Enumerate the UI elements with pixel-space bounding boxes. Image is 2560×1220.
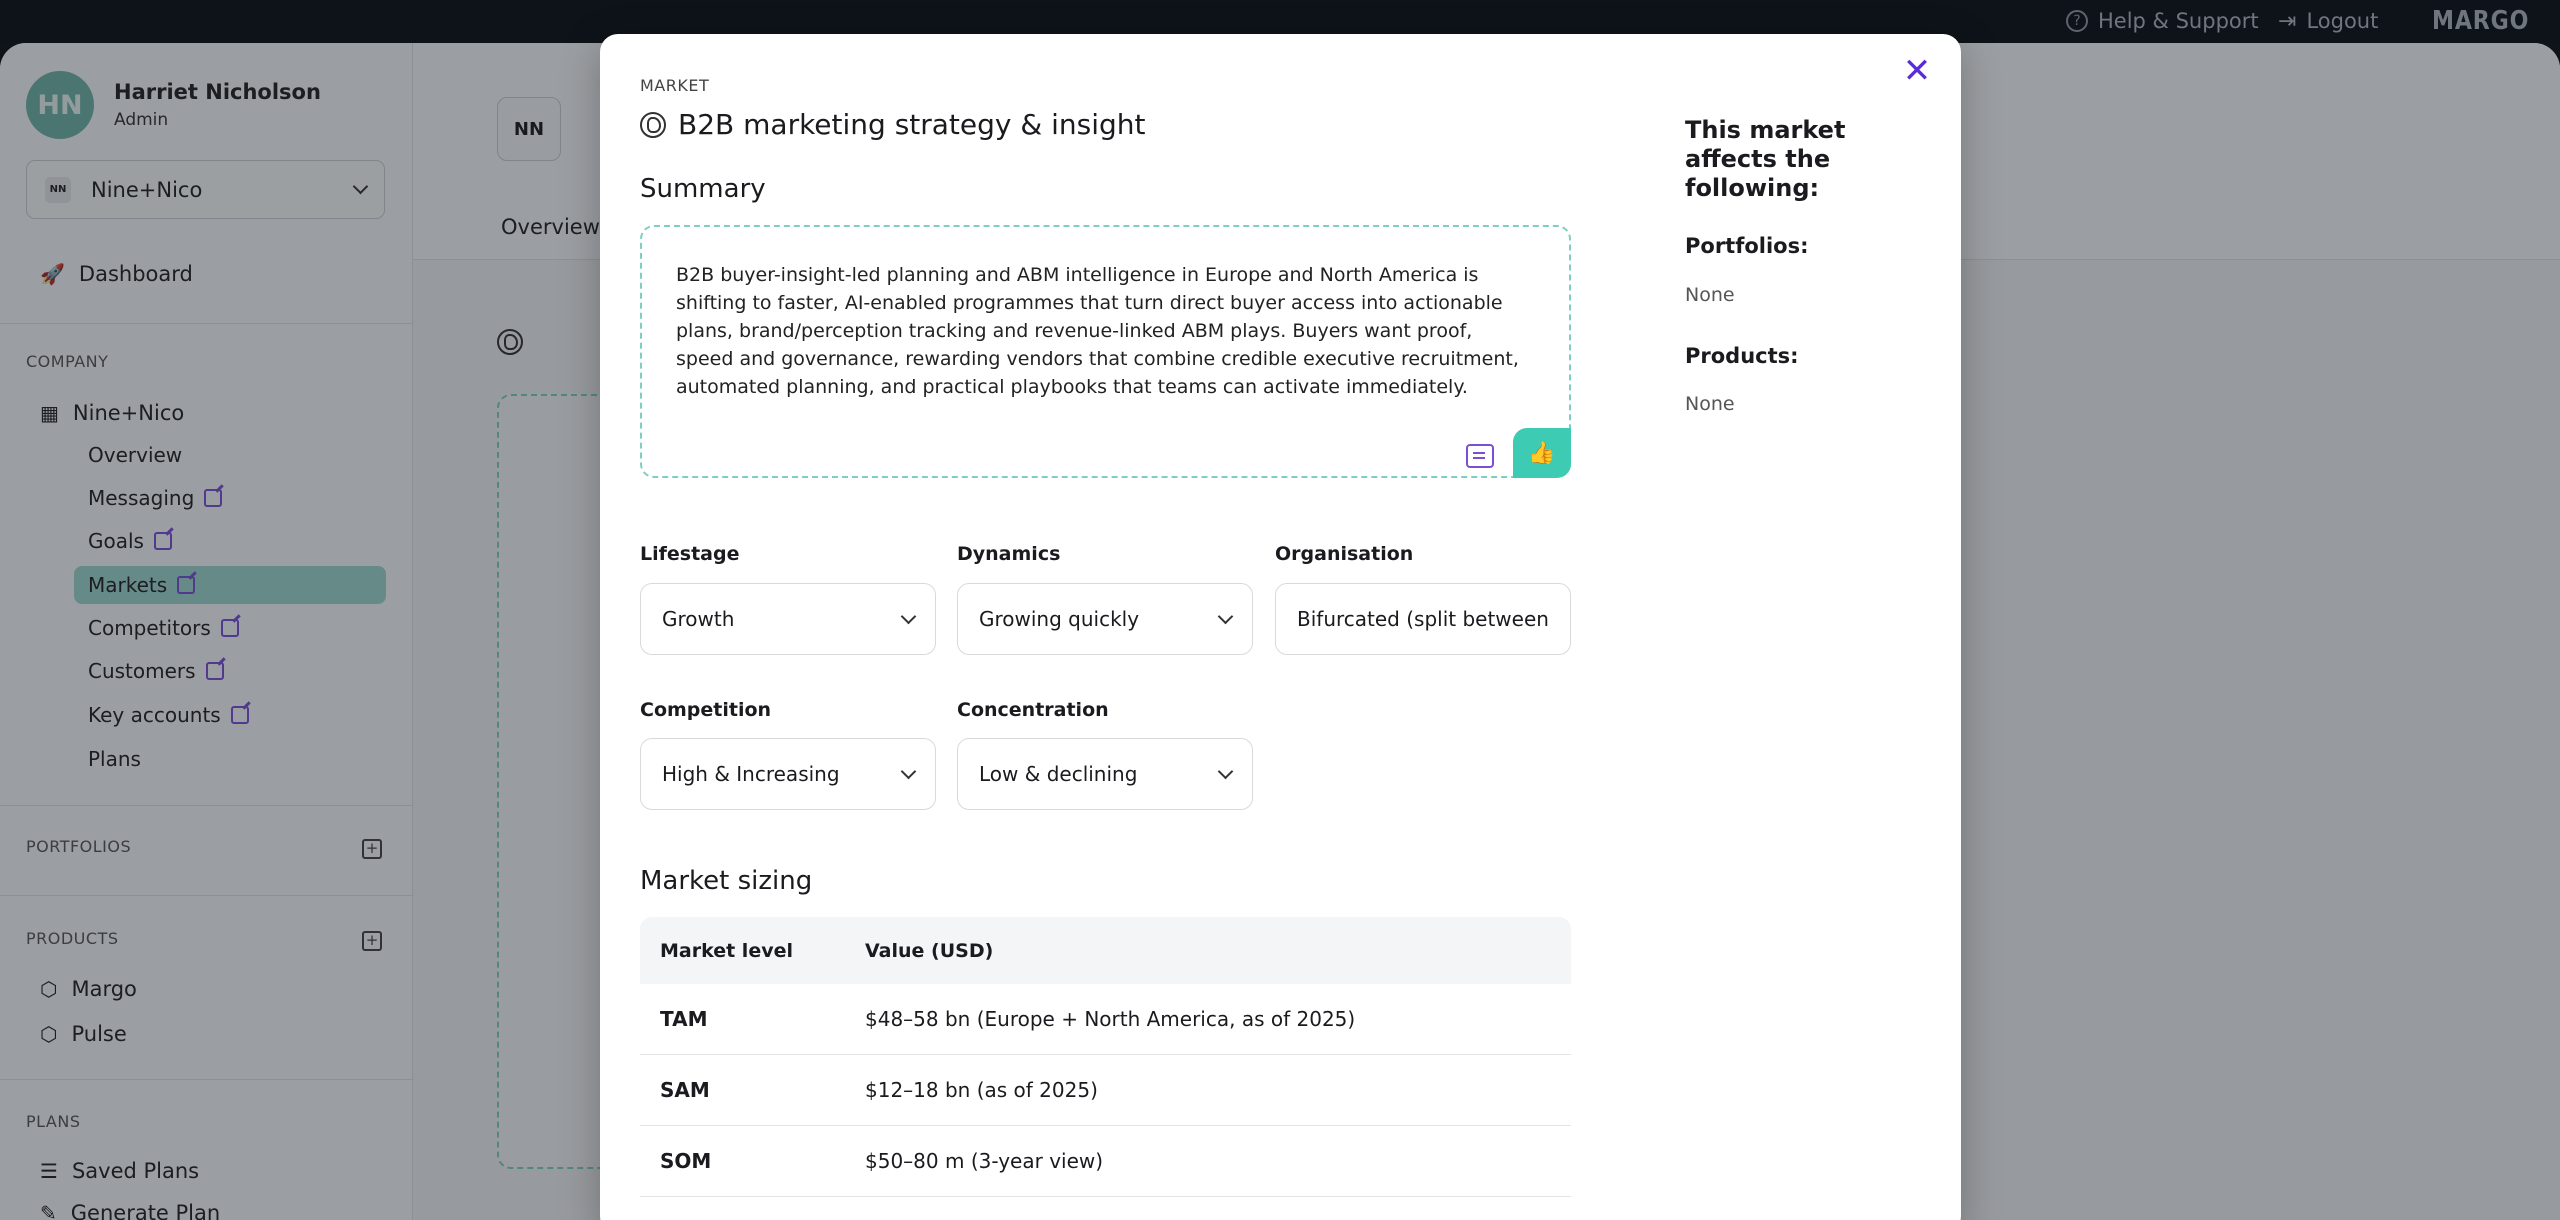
summary-box[interactable]: B2B buyer-insight-led planning and ABM i…: [640, 225, 1571, 478]
chevron-down-icon: [900, 763, 917, 779]
chevron-down-icon: [1217, 608, 1234, 624]
market-value-cell: $12–18 bn (as of 2025): [865, 1078, 1098, 1102]
lifestage-select[interactable]: Growth: [640, 583, 936, 655]
market-level-cell: TAM: [660, 1007, 708, 1031]
modal-kicker: MARKET: [640, 76, 710, 95]
globe-icon: [640, 111, 666, 138]
competition-label: Competition: [640, 699, 772, 721]
organisation-label: Organisation: [1275, 543, 1414, 565]
competition-value: High & Increasing: [662, 762, 840, 786]
market-value-cell: $48–58 bn (Europe + North America, as of…: [865, 1007, 1356, 1031]
affects-heading: This market affects the following:: [1685, 116, 1846, 202]
dynamics-label: Dynamics: [957, 543, 1061, 565]
market-level-cell: SAM: [660, 1078, 710, 1102]
market-sizing-table: Market level Value (USD) TAM $48–58 bn (…: [640, 917, 1571, 1197]
market-modal: ✕ MARKET B2B marketing strategy & insigh…: [600, 34, 1961, 1220]
portfolios-value: None: [1685, 284, 1735, 306]
table-row: SOM $50–80 m (3-year view): [640, 1126, 1571, 1197]
feedback-edit-icon[interactable]: [1466, 444, 1494, 468]
products-value: None: [1685, 393, 1735, 415]
header-market-level: Market level: [660, 939, 793, 962]
table-row: SAM $12–18 bn (as of 2025): [640, 1055, 1571, 1126]
dynamics-value: Growing quickly: [979, 607, 1140, 631]
modal-title-text: B2B marketing strategy & insight: [678, 108, 1146, 141]
summary-text: B2B buyer-insight-led planning and ABM i…: [676, 264, 1519, 398]
market-sizing-heading: Market sizing: [640, 866, 813, 896]
chevron-down-icon: [1217, 763, 1234, 779]
concentration-value: Low & declining: [979, 762, 1138, 786]
lifestage-label: Lifestage: [640, 543, 740, 565]
concentration-label: Concentration: [957, 699, 1109, 721]
dynamics-select[interactable]: Growing quickly: [957, 583, 1253, 655]
close-icon[interactable]: ✕: [1900, 54, 1934, 88]
competition-select[interactable]: High & Increasing: [640, 738, 936, 810]
organisation-input[interactable]: Bifurcated (split between: [1275, 583, 1571, 655]
header-value: Value (USD): [865, 939, 994, 962]
portfolios-label: Portfolios:: [1685, 234, 1809, 258]
modal-title: B2B marketing strategy & insight: [640, 108, 1146, 141]
summary-heading: Summary: [640, 174, 766, 204]
products-label: Products:: [1685, 344, 1799, 368]
concentration-select[interactable]: Low & declining: [957, 738, 1253, 810]
thumbs-up-button[interactable]: 👍: [1513, 428, 1571, 478]
thumbs-up-icon: 👍: [1528, 440, 1556, 466]
organisation-value: Bifurcated (split between: [1297, 607, 1549, 631]
lifestage-value: Growth: [662, 607, 735, 631]
table-row: TAM $48–58 bn (Europe + North America, a…: [640, 984, 1571, 1055]
market-value-cell: $50–80 m (3-year view): [865, 1149, 1104, 1173]
table-header: Market level Value (USD): [640, 917, 1571, 984]
market-level-cell: SOM: [660, 1149, 712, 1173]
chevron-down-icon: [900, 608, 917, 624]
